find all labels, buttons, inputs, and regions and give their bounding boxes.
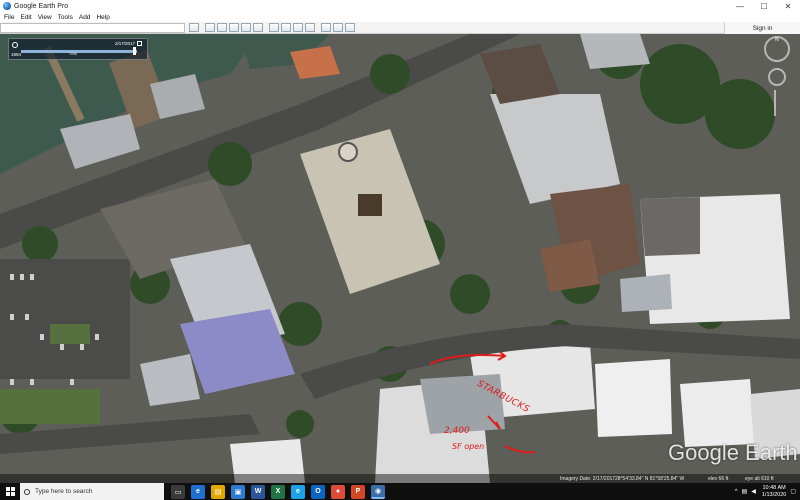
excel-icon[interactable]: X <box>271 484 285 499</box>
powerpoint-icon[interactable]: P <box>351 484 365 499</box>
menu-add[interactable]: Add <box>79 14 91 21</box>
sqft-annotation: SF open <box>452 442 485 451</box>
task-view-icon[interactable]: ▭ <box>171 484 185 499</box>
map-view[interactable]: 2/17/2017 7/94 1994 N STARBUCKS 2,400 SF… <box>0 34 800 483</box>
add-placemark-icon[interactable] <box>205 23 215 32</box>
add-polygon-icon[interactable] <box>217 23 227 32</box>
edge-icon[interactable]: e <box>191 484 205 499</box>
chevron-up-icon[interactable]: ^ <box>735 489 738 495</box>
menu-edit[interactable]: Edit <box>20 14 31 21</box>
slider-track[interactable] <box>21 47 137 55</box>
windows-taskbar: Type here to search ▭ e ▤ ▣ W Xe O ● P ◉ ^ ▤ ◀ 10… <box>0 483 800 500</box>
status-bar: Imagery Date: 2/17/2017 28°54'33.84" N 8… <box>0 474 800 483</box>
email-icon[interactable] <box>321 23 331 32</box>
planets-icon[interactable] <box>293 23 303 32</box>
maximize-button[interactable]: ☐ <box>752 0 776 12</box>
store-icon[interactable]: ▣ <box>231 484 245 499</box>
word-icon[interactable]: W <box>251 484 265 499</box>
clock-time: 10:48 AM <box>762 484 786 491</box>
compass-ring[interactable]: N <box>764 36 790 62</box>
historical-imagery-icon[interactable] <box>269 23 279 32</box>
taskbar-search-placeholder: Type here to search <box>35 488 93 495</box>
navigation-controls: N <box>760 36 794 116</box>
historical-imagery-slider[interactable]: 2/17/2017 7/94 1994 <box>8 38 148 60</box>
add-path-icon[interactable] <box>229 23 239 32</box>
taskbar-search-box[interactable]: Type here to search <box>20 483 164 500</box>
volume-icon[interactable]: ◀ <box>751 488 756 495</box>
tool-icons <box>189 23 357 32</box>
system-tray: ^ ▤ ◀ 10:48 AM 1/13/2020 ▢ <box>731 483 796 500</box>
toolbar: Sign in <box>0 22 800 34</box>
google-earth-watermark: Google Earth <box>668 440 798 465</box>
window-controls: — ☐ ✕ <box>728 0 800 12</box>
taskbar-apps: ▭ e ▤ ▣ W Xe O ● P ◉ <box>168 483 388 500</box>
clock-icon <box>12 42 18 48</box>
coordinates: 28°54'33.84" N 81°58'25.84" W <box>615 476 685 482</box>
slider-handle[interactable] <box>133 47 136 55</box>
space-annotation: 2,400 <box>444 426 470 436</box>
window-title: Google Earth Pro <box>14 2 69 10</box>
title-bar: Google Earth Pro — ☐ ✕ <box>0 0 800 12</box>
add-image-overlay-icon[interactable] <box>241 23 251 32</box>
file-explorer-icon[interactable]: ▤ <box>211 484 225 499</box>
menu-help[interactable]: Help <box>96 14 109 21</box>
menu-tools[interactable]: Tools <box>58 14 73 21</box>
slider-current-date: 2/17/2017 <box>114 41 135 46</box>
imagery-date: Imagery Date: 2/17/2017 <box>560 476 616 482</box>
record-tour-icon[interactable] <box>253 23 263 32</box>
clock-date: 1/13/2020 <box>761 491 787 498</box>
menu-file[interactable]: File <box>4 14 14 21</box>
ruler-icon[interactable] <box>305 23 315 32</box>
ie-icon[interactable]: e <box>291 484 305 499</box>
aerial-imagery <box>0 34 800 483</box>
sunlight-icon[interactable] <box>281 23 291 32</box>
view-in-maps-icon[interactable] <box>345 23 355 32</box>
network-icon[interactable]: ▤ <box>742 488 748 495</box>
google-earth-icon[interactable]: ◉ <box>371 484 385 499</box>
print-icon[interactable] <box>333 23 343 32</box>
look-joystick[interactable] <box>768 68 786 86</box>
google-earth-app-icon <box>3 2 11 10</box>
eye-altitude: eye alt 610 ft <box>745 476 774 482</box>
sign-in-button[interactable]: Sign in <box>724 22 800 34</box>
slider-start-year: 1994 <box>11 52 22 57</box>
search-icon <box>24 488 30 495</box>
minimize-button[interactable]: — <box>728 0 752 12</box>
hide-sidebar-icon[interactable] <box>189 23 199 32</box>
zoom-slider[interactable] <box>774 90 780 116</box>
start-button[interactable] <box>0 483 20 500</box>
elevation: elev 66 ft <box>708 476 729 482</box>
menu-view[interactable]: View <box>38 14 52 21</box>
slider-close-icon[interactable] <box>137 41 142 46</box>
chrome-icon[interactable]: ● <box>331 484 345 499</box>
taskbar-clock[interactable]: 10:48 AM 1/13/2020 <box>762 485 786 499</box>
menu-bar: File Edit View Tools Add Help <box>0 12 800 22</box>
slider-mid-label: 7/94 <box>69 51 77 56</box>
windows-logo-icon <box>5 487 15 496</box>
close-button[interactable]: ✕ <box>776 0 800 12</box>
notifications-icon[interactable]: ▢ <box>790 488 796 495</box>
outlook-icon[interactable]: O <box>311 484 325 499</box>
search-input[interactable] <box>0 23 185 33</box>
